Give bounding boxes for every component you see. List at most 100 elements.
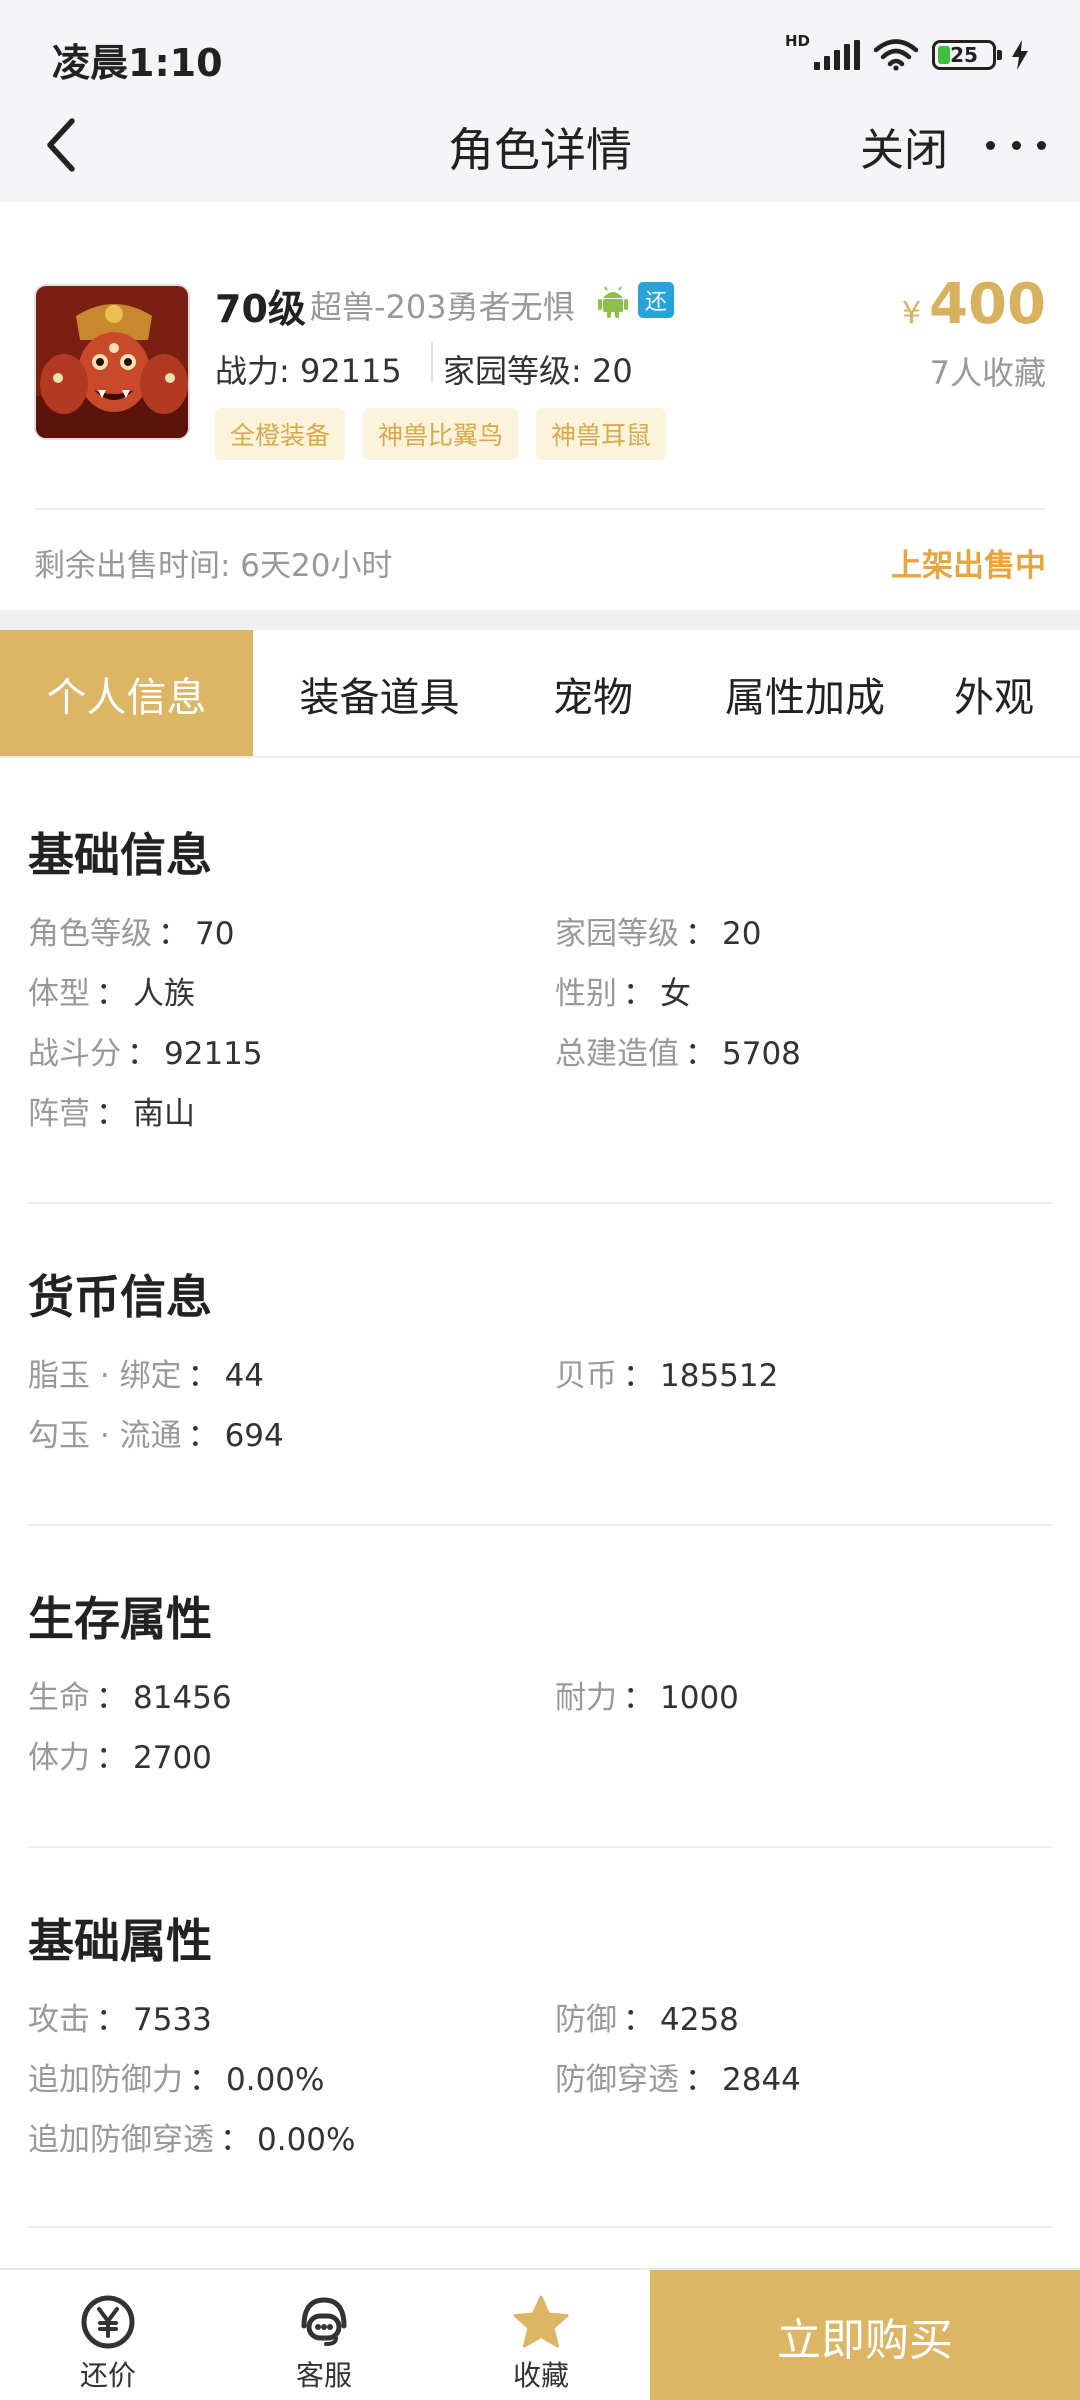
return-badge: 还 [638,282,674,318]
info-value: 2844 [722,2062,801,2098]
section-basic-attributes: 基础属性 攻击： 7533 防御： 4258 追加防御力： 0.00% 防御穿透： 28… [28,1906,1054,2170]
info-key: 耐力 [555,1680,617,1716]
section-title: 货币信息 [28,1270,212,1324]
info-key: 体力 [28,1740,90,1776]
price-amount: 400 [929,272,1046,337]
info-row: 贝币： 185512 [555,1346,1054,1406]
tab-bar: 个人信息 装备道具 宠物 属性加成 外观 [0,630,1080,758]
info-row: 耐力： 1000 [555,1668,1054,1728]
tab-attribute-bonus[interactable]: 属性加成 [680,630,930,756]
info-separator: ： [96,2002,127,2038]
info-separator: ： [96,976,127,1012]
info-value: 0.00% [257,2122,356,2158]
role-tag: 神兽耳鼠 [536,408,667,460]
info-value: 70 [195,916,235,952]
close-button[interactable]: 关闭 [860,114,948,178]
role-avatar [34,284,190,440]
role-level: 70级 [215,287,306,331]
info-value: 185512 [660,1358,779,1394]
role-tag: 全橙装备 [215,408,346,460]
battery-level: 25 [950,43,978,67]
bottom-action-bar: 还价 客服 收藏 立即购买 [0,2268,1080,2400]
tab-pets[interactable]: 宠物 [506,630,680,756]
buy-now-button[interactable]: 立即购买 [650,2270,1080,2400]
info-value: 92115 [164,1036,263,1072]
info-separator: ： [187,1418,219,1454]
info-value: 694 [224,1418,284,1454]
battery-icon: 25 [932,40,1002,70]
info-separator: ： [623,1680,654,1716]
more-icon [986,140,995,150]
section-title: 生存属性 [28,1592,212,1646]
info-row: 攻击： 7533 [28,1990,555,2050]
info-row: 角色等级： 70 [28,904,555,964]
info-key: 性别 [555,976,617,1012]
info-key: 阵营 [28,1096,90,1132]
info-separator: ： [96,1680,127,1716]
info-row: 体型：人族 [28,964,555,1024]
info-row: 勾玉 · 流通： 694 [28,1406,555,1466]
info-value: 81456 [133,1680,232,1716]
info-value: 7533 [133,2002,212,2038]
role-price: ¥ 400 [902,272,1046,337]
info-separator: ： [623,976,654,1012]
section-title: 基础信息 [28,828,212,882]
info-separator: ： [220,2122,251,2158]
info-value: 5708 [722,1036,801,1072]
section-gap [0,610,1080,630]
sale-status: 上架出售中 [891,548,1046,584]
service-headset-icon [301,2297,347,2346]
divider [34,508,1046,510]
section-basic-info: 基础信息 角色等级： 70 家园等级： 20 体型：人族 性别：女 战斗分： 9211… [28,820,1054,1144]
info-row: 防御： 4258 [555,1990,1054,2050]
info-key: 体型 [28,976,90,1012]
remaining-time: 剩余出售时间: 6天20小时 [34,548,393,584]
bargain-button[interactable]: 还价 [0,2270,216,2400]
info-row: 家园等级： 20 [555,904,1054,964]
info-row: 防御穿透： 2844 [555,2050,1054,2110]
customer-service-button[interactable]: 客服 [216,2270,432,2400]
info-separator: ： [96,1740,127,1776]
info-row: 脂玉 · 绑定： 44 [28,1346,555,1406]
info-value: 2700 [133,1740,212,1776]
network-type: HD [784,31,810,50]
section-currency-info: 货币信息 脂玉 · 绑定： 44 贝币： 185512 勾玉 · 流通： 694 [28,1262,1054,1466]
info-value: 人族 [133,976,195,1012]
divider [28,1524,1052,1526]
info-value: 0.00% [226,2062,325,2098]
section-survival-attributes: 生存属性 生命： 81456 耐力： 1000 体力： 2700 [28,1584,1054,1788]
info-separator: ： [158,916,189,952]
tab-equipment[interactable]: 装备道具 [253,630,506,756]
info-row: 总建造值： 5708 [555,1024,1054,1084]
more-button[interactable] [986,120,1046,170]
service-label: 客服 [295,2359,352,2392]
info-key: 追加防御穿透 [28,2122,214,2158]
info-key: 总建造值 [555,1036,679,1072]
info-separator: ： [623,1358,654,1394]
status-icons: HD 25 [785,32,1030,78]
info-key: 战斗分 [28,1036,121,1072]
tab-personal-info[interactable]: 个人信息 [0,630,253,756]
info-separator: ： [685,916,716,952]
info-separator: ： [623,2002,654,2038]
info-separator: ： [96,1096,127,1132]
info-separator: ： [189,2062,220,2098]
signal-icon [814,40,860,70]
info-value: 南山 [133,1096,195,1132]
info-value: 女 [660,976,691,1012]
role-card: 70级 超兽-203勇者无惧 还 战力: 92115 家园等级: 20 全橙装备… [0,218,1080,610]
favorite-button[interactable]: 收藏 [433,2270,649,2400]
info-key: 贝币 [555,1358,617,1394]
info-key: 追加防御力 [28,2062,183,2098]
info-key: 防御 [555,2002,617,2038]
info-row: 追加防御穿透： 0.00% [28,2110,555,2170]
android-icon [598,286,628,318]
info-value: 1000 [660,1680,739,1716]
info-key: 勾玉 · 流通 [28,1418,182,1454]
tab-appearance[interactable]: 外观 [930,630,1080,756]
info-key: 攻击 [28,2002,90,2038]
info-key: 防御穿透 [555,2062,679,2098]
role-home-level: 家园等级: 20 [443,352,633,390]
star-icon [513,2295,569,2348]
info-separator: ： [127,1036,158,1072]
